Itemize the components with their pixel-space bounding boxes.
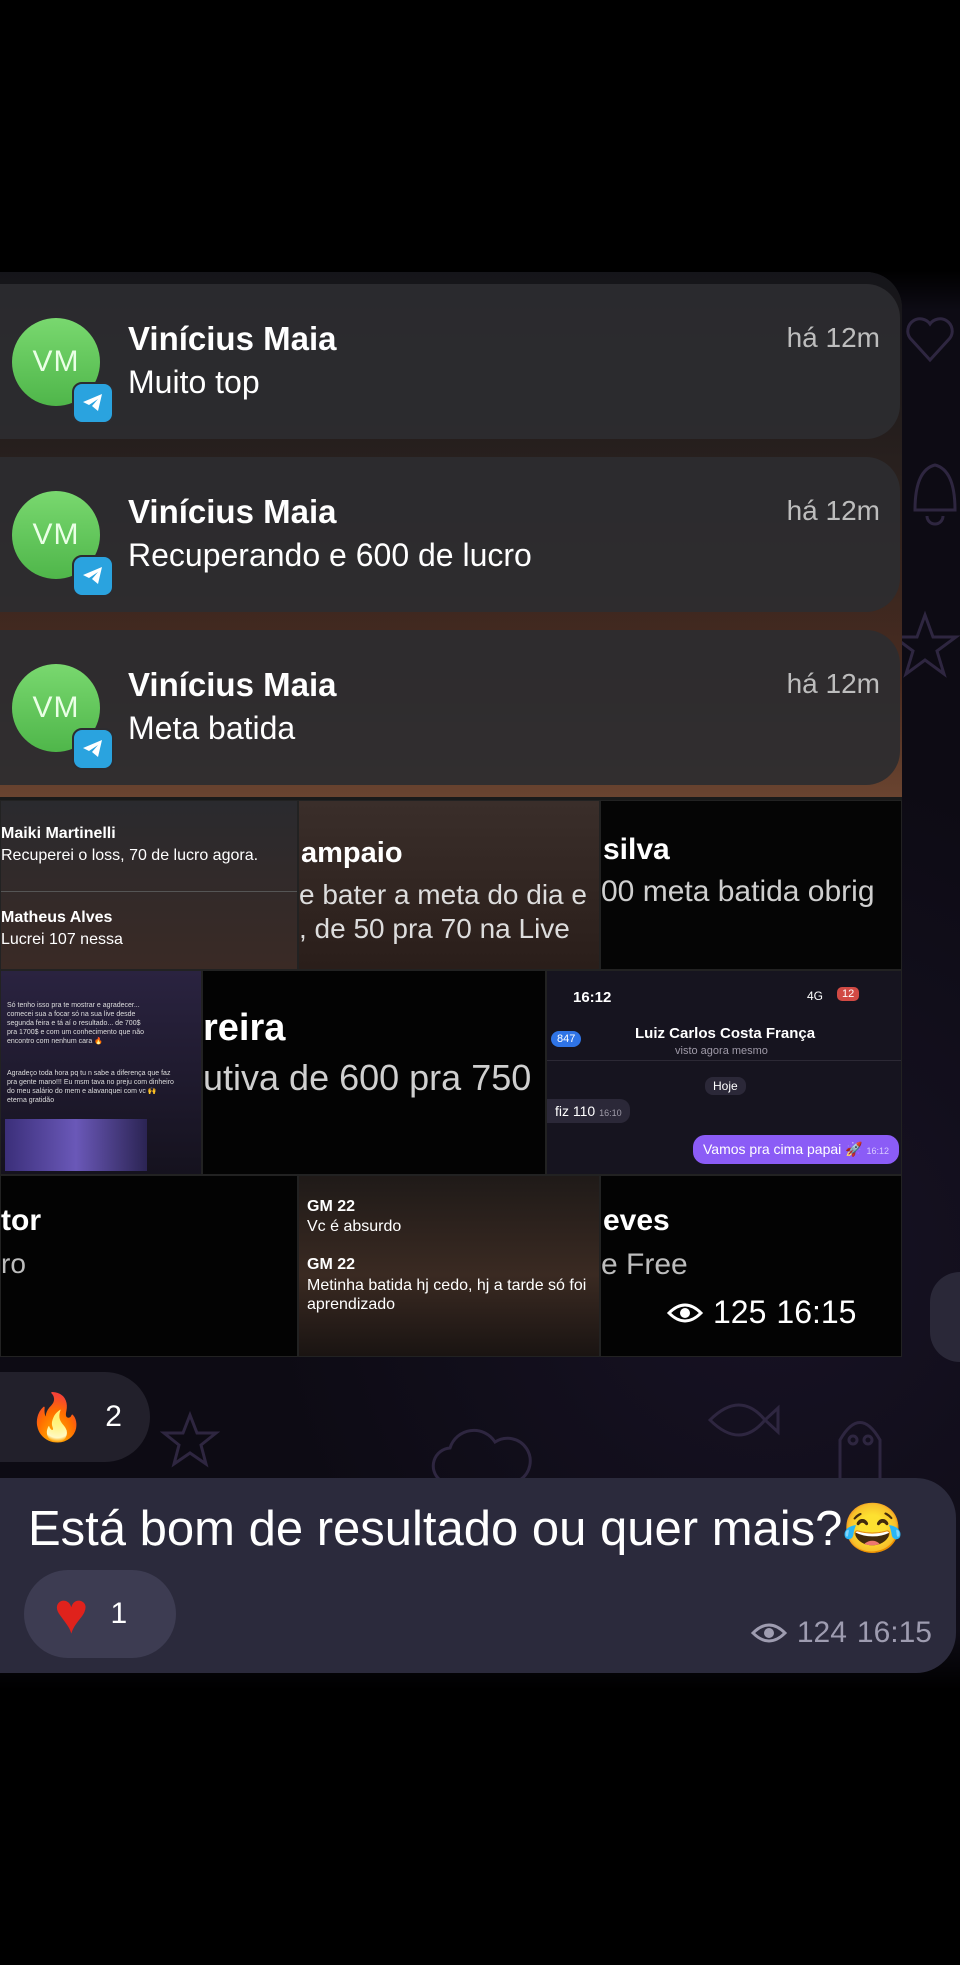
message-text: e bater a meta do dia e <box>299 879 587 910</box>
message-time: 16:12 <box>866 1146 889 1156</box>
bell-doodle-icon <box>913 463 957 526</box>
message-text: Recuperei o loss, 70 de lucro agora. <box>1 847 259 864</box>
message-text: 00 meta batida obrig <box>601 875 875 908</box>
message-text: fiz 110 <box>555 1103 596 1119</box>
notification-sender: Vinícius Maia <box>128 493 337 530</box>
telegram-icon <box>72 728 114 770</box>
contact-name: Luiz Carlos Costa França <box>635 1025 816 1042</box>
photo-thumbnail <box>5 1119 147 1171</box>
message-text: Metinha batida hj cedo, hj a tarde só fo… <box>307 1277 587 1313</box>
incoming-bubble: fiz 110 16:10 <box>547 1099 630 1123</box>
message-text: Lucrei 107 nessa <box>1 931 123 948</box>
album-tile[interactable]: Maiki Martinelli Recuperei o loss, 70 de… <box>0 800 298 970</box>
message-bubble[interactable]: Está bom de resultado ou quer mais?😂 ♥ 1… <box>0 1478 956 1673</box>
heart-doodle-icon <box>906 317 954 363</box>
telegram-icon <box>72 555 114 597</box>
notification-sender: Vinícius Maia <box>128 320 337 357</box>
notification-screenshot: VM Vinícius Maia Muito top há 12m VM Vin… <box>0 272 902 797</box>
notification-sender: Vinícius Maia <box>128 666 337 703</box>
star-doodle-icon-2 <box>160 1410 220 1468</box>
reaction-heart[interactable]: ♥ 1 <box>24 1570 176 1658</box>
forward-button[interactable] <box>930 1272 960 1362</box>
notification-time: há 12m <box>786 322 880 353</box>
message-text: Vamos pra cima papai 🚀 <box>703 1141 863 1157</box>
sender-name: Maiki Martinelli <box>1 825 116 842</box>
views-eye-icon <box>667 1303 703 1322</box>
notification-time: há 12m <box>786 495 880 526</box>
sender-name: eves <box>603 1204 670 1237</box>
status-clock: 16:12 <box>573 989 612 1006</box>
reaction-fire[interactable]: 🔥 2 <box>0 1372 150 1462</box>
sender-name: tor <box>1 1204 41 1237</box>
notification-time: há 12m <box>786 668 880 699</box>
reaction-count: 2 <box>105 1400 122 1433</box>
message-time: 16:15 <box>856 1616 932 1649</box>
notification-text: Recuperando e 600 de lucro <box>128 537 532 573</box>
album-meta: 125 16:15 <box>667 1294 856 1331</box>
media-album[interactable]: VM Vinícius Maia Muito top há 12m VM Vin… <box>0 272 902 1357</box>
date-separator: Hoje <box>705 1077 746 1095</box>
message-text: Só tenho isso pra te mostrar e agradecer… <box>7 1002 144 1045</box>
views-count: 124 <box>796 1616 847 1649</box>
message-text: , de 50 pra 70 na Live <box>299 913 570 944</box>
message-text: Está bom de resultado ou quer mais?😂 <box>28 1502 904 1556</box>
sender-name: reira <box>203 1007 286 1049</box>
outgoing-bubble: Vamos pra cima papai 🚀 16:12 <box>693 1135 899 1164</box>
views-eye-icon <box>750 1623 787 1643</box>
message-meta: 124 16:15 <box>750 1616 932 1650</box>
fish-doodle-icon <box>707 1403 780 1437</box>
telegram-icon <box>72 382 114 424</box>
message-text: Agradeço toda hora pq tu n sabe a difere… <box>7 1070 174 1104</box>
sender-name: GM 22 <box>307 1256 356 1273</box>
album-tile[interactable]: eves e Free 125 16:15 <box>600 1175 902 1357</box>
divider <box>547 1060 901 1061</box>
album-tile[interactable]: ampaio e bater a meta do dia e , de 50 p… <box>298 800 600 970</box>
album-tile[interactable]: GM 22 Vc é absurdo GM 22 Metinha batida … <box>298 1175 600 1357</box>
sender-name: Matheus Alves <box>1 909 113 926</box>
sender-name: silva <box>603 833 670 866</box>
views-count: 125 <box>713 1294 767 1330</box>
notification-card: VM Vinícius Maia Recuperando e 600 de lu… <box>0 457 900 612</box>
message-time: 16:10 <box>599 1108 622 1118</box>
message-text: utiva de 600 pra 750 <box>203 1057 532 1098</box>
album-tile[interactable]: silva 00 meta batida obrig <box>600 800 902 970</box>
reaction-count: 1 <box>110 1597 128 1630</box>
battery-indicator: 12 <box>837 987 860 1001</box>
sender-name: ampaio <box>301 837 403 869</box>
heart-icon: ♥ <box>54 1581 89 1646</box>
contact-status: visto agora mesmo <box>675 1045 768 1057</box>
album-tile[interactable]: 16:12 4G 12 847 Luiz Carlos Costa França… <box>546 970 902 1175</box>
album-tile[interactable]: tor ro <box>0 1175 298 1357</box>
album-tile[interactable]: Só tenho isso pra te mostrar e agradecer… <box>0 970 202 1175</box>
message-text: e Free <box>601 1248 688 1281</box>
message-time: 16:15 <box>776 1294 857 1330</box>
sender-name: GM 22 <box>307 1198 356 1215</box>
network-indicator: 4G <box>807 989 824 1003</box>
album-tile[interactable]: reira utiva de 600 pra 750 <box>202 970 546 1175</box>
divider <box>1 891 297 892</box>
fire-icon: 🔥 <box>28 1390 86 1443</box>
notification-text: Meta batida <box>128 710 296 746</box>
message-text: ro <box>1 1248 26 1279</box>
notification-text: Muito top <box>128 364 260 400</box>
notification-card: VM Vinícius Maia Meta batida há 12m <box>0 630 900 785</box>
notification-card: VM Vinícius Maia Muito top há 12m <box>0 284 900 439</box>
message-text: Vc é absurdo <box>307 1218 402 1235</box>
unread-badge: 847 <box>551 1031 582 1047</box>
